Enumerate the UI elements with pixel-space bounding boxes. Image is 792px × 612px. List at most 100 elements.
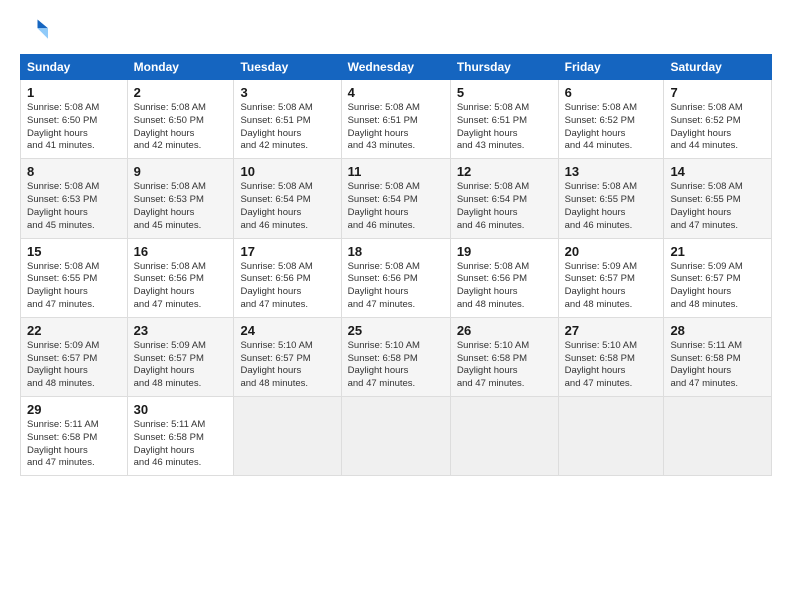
day-info: Sunrise: 5:08 AM Sunset: 6:50 PM Dayligh… [27, 102, 121, 153]
day-number: 12 [457, 164, 552, 179]
day-info: Sunrise: 5:08 AM Sunset: 6:56 PM Dayligh… [348, 261, 444, 312]
day-number: 24 [240, 323, 334, 338]
cell-day-30: 30 Sunrise: 5:11 AM Sunset: 6:58 PM Dayl… [127, 397, 234, 476]
day-info: Sunrise: 5:08 AM Sunset: 6:55 PM Dayligh… [670, 181, 765, 232]
day-number: 16 [134, 244, 228, 259]
day-number: 26 [457, 323, 552, 338]
cell-day-13: 13 Sunrise: 5:08 AM Sunset: 6:55 PM Dayl… [558, 159, 664, 238]
day-number: 6 [565, 85, 658, 100]
day-info: Sunrise: 5:09 AM Sunset: 6:57 PM Dayligh… [565, 261, 658, 312]
day-number: 25 [348, 323, 444, 338]
day-info: Sunrise: 5:08 AM Sunset: 6:52 PM Dayligh… [565, 102, 658, 153]
cell-day-5: 5 Sunrise: 5:08 AM Sunset: 6:51 PM Dayli… [450, 80, 558, 159]
col-monday: Monday [127, 55, 234, 80]
day-number: 27 [565, 323, 658, 338]
day-info: Sunrise: 5:08 AM Sunset: 6:54 PM Dayligh… [240, 181, 334, 232]
day-info: Sunrise: 5:08 AM Sunset: 6:56 PM Dayligh… [240, 261, 334, 312]
day-info: Sunrise: 5:08 AM Sunset: 6:53 PM Dayligh… [27, 181, 121, 232]
cell-day-22: 22 Sunrise: 5:09 AM Sunset: 6:57 PM Dayl… [21, 317, 128, 396]
cell-day-7: 7 Sunrise: 5:08 AM Sunset: 6:52 PM Dayli… [664, 80, 772, 159]
day-number: 22 [27, 323, 121, 338]
cell-day-25: 25 Sunrise: 5:10 AM Sunset: 6:58 PM Dayl… [341, 317, 450, 396]
day-number: 4 [348, 85, 444, 100]
col-friday: Friday [558, 55, 664, 80]
cell-day-15: 15 Sunrise: 5:08 AM Sunset: 6:55 PM Dayl… [21, 238, 128, 317]
day-info: Sunrise: 5:08 AM Sunset: 6:54 PM Dayligh… [348, 181, 444, 232]
day-info: Sunrise: 5:10 AM Sunset: 6:58 PM Dayligh… [348, 340, 444, 391]
day-number: 11 [348, 164, 444, 179]
cell-day-23: 23 Sunrise: 5:09 AM Sunset: 6:57 PM Dayl… [127, 317, 234, 396]
cell-day-18: 18 Sunrise: 5:08 AM Sunset: 6:56 PM Dayl… [341, 238, 450, 317]
calendar: Sunday Monday Tuesday Wednesday Thursday… [20, 54, 772, 476]
col-sunday: Sunday [21, 55, 128, 80]
cell-day-3: 3 Sunrise: 5:08 AM Sunset: 6:51 PM Dayli… [234, 80, 341, 159]
day-info: Sunrise: 5:08 AM Sunset: 6:51 PM Dayligh… [348, 102, 444, 153]
day-number: 15 [27, 244, 121, 259]
day-info: Sunrise: 5:08 AM Sunset: 6:54 PM Dayligh… [457, 181, 552, 232]
day-number: 17 [240, 244, 334, 259]
cell-day-1: 1 Sunrise: 5:08 AM Sunset: 6:50 PM Dayli… [21, 80, 128, 159]
cell-empty [341, 397, 450, 476]
day-info: Sunrise: 5:09 AM Sunset: 6:57 PM Dayligh… [134, 340, 228, 391]
cell-day-11: 11 Sunrise: 5:08 AM Sunset: 6:54 PM Dayl… [341, 159, 450, 238]
cell-day-6: 6 Sunrise: 5:08 AM Sunset: 6:52 PM Dayli… [558, 80, 664, 159]
cell-day-19: 19 Sunrise: 5:08 AM Sunset: 6:56 PM Dayl… [450, 238, 558, 317]
col-wednesday: Wednesday [341, 55, 450, 80]
col-thursday: Thursday [450, 55, 558, 80]
cell-day-20: 20 Sunrise: 5:09 AM Sunset: 6:57 PM Dayl… [558, 238, 664, 317]
day-info: Sunrise: 5:09 AM Sunset: 6:57 PM Dayligh… [670, 261, 765, 312]
day-info: Sunrise: 5:11 AM Sunset: 6:58 PM Dayligh… [27, 419, 121, 470]
day-number: 30 [134, 402, 228, 417]
cell-day-28: 28 Sunrise: 5:11 AM Sunset: 6:58 PM Dayl… [664, 317, 772, 396]
header [20, 16, 772, 44]
day-number: 7 [670, 85, 765, 100]
day-info: Sunrise: 5:08 AM Sunset: 6:53 PM Dayligh… [134, 181, 228, 232]
day-info: Sunrise: 5:11 AM Sunset: 6:58 PM Dayligh… [134, 419, 228, 470]
day-info: Sunrise: 5:10 AM Sunset: 6:58 PM Dayligh… [565, 340, 658, 391]
day-info: Sunrise: 5:09 AM Sunset: 6:57 PM Dayligh… [27, 340, 121, 391]
cell-empty [234, 397, 341, 476]
day-number: 13 [565, 164, 658, 179]
day-number: 23 [134, 323, 228, 338]
day-number: 19 [457, 244, 552, 259]
cell-day-27: 27 Sunrise: 5:10 AM Sunset: 6:58 PM Dayl… [558, 317, 664, 396]
col-tuesday: Tuesday [234, 55, 341, 80]
cell-empty [664, 397, 772, 476]
cell-day-21: 21 Sunrise: 5:09 AM Sunset: 6:57 PM Dayl… [664, 238, 772, 317]
day-number: 5 [457, 85, 552, 100]
cell-empty [450, 397, 558, 476]
day-number: 29 [27, 402, 121, 417]
cell-empty [558, 397, 664, 476]
day-info: Sunrise: 5:08 AM Sunset: 6:56 PM Dayligh… [457, 261, 552, 312]
day-number: 9 [134, 164, 228, 179]
cell-day-17: 17 Sunrise: 5:08 AM Sunset: 6:56 PM Dayl… [234, 238, 341, 317]
day-info: Sunrise: 5:11 AM Sunset: 6:58 PM Dayligh… [670, 340, 765, 391]
day-number: 14 [670, 164, 765, 179]
logo-icon [20, 16, 48, 44]
logo [20, 16, 52, 44]
day-info: Sunrise: 5:08 AM Sunset: 6:52 PM Dayligh… [670, 102, 765, 153]
day-number: 10 [240, 164, 334, 179]
day-info: Sunrise: 5:08 AM Sunset: 6:56 PM Dayligh… [134, 261, 228, 312]
day-number: 28 [670, 323, 765, 338]
day-number: 3 [240, 85, 334, 100]
day-number: 18 [348, 244, 444, 259]
cell-day-26: 26 Sunrise: 5:10 AM Sunset: 6:58 PM Dayl… [450, 317, 558, 396]
cell-day-9: 9 Sunrise: 5:08 AM Sunset: 6:53 PM Dayli… [127, 159, 234, 238]
cell-day-4: 4 Sunrise: 5:08 AM Sunset: 6:51 PM Dayli… [341, 80, 450, 159]
cell-day-29: 29 Sunrise: 5:11 AM Sunset: 6:58 PM Dayl… [21, 397, 128, 476]
day-number: 21 [670, 244, 765, 259]
day-number: 1 [27, 85, 121, 100]
cell-day-16: 16 Sunrise: 5:08 AM Sunset: 6:56 PM Dayl… [127, 238, 234, 317]
page: Sunday Monday Tuesday Wednesday Thursday… [0, 0, 792, 612]
cell-day-14: 14 Sunrise: 5:08 AM Sunset: 6:55 PM Dayl… [664, 159, 772, 238]
calendar-header-row: Sunday Monday Tuesday Wednesday Thursday… [21, 55, 772, 80]
day-info: Sunrise: 5:08 AM Sunset: 6:51 PM Dayligh… [457, 102, 552, 153]
cell-day-8: 8 Sunrise: 5:08 AM Sunset: 6:53 PM Dayli… [21, 159, 128, 238]
cell-day-2: 2 Sunrise: 5:08 AM Sunset: 6:50 PM Dayli… [127, 80, 234, 159]
cell-day-12: 12 Sunrise: 5:08 AM Sunset: 6:54 PM Dayl… [450, 159, 558, 238]
day-number: 2 [134, 85, 228, 100]
day-number: 20 [565, 244, 658, 259]
cell-day-10: 10 Sunrise: 5:08 AM Sunset: 6:54 PM Dayl… [234, 159, 341, 238]
cell-day-24: 24 Sunrise: 5:10 AM Sunset: 6:57 PM Dayl… [234, 317, 341, 396]
